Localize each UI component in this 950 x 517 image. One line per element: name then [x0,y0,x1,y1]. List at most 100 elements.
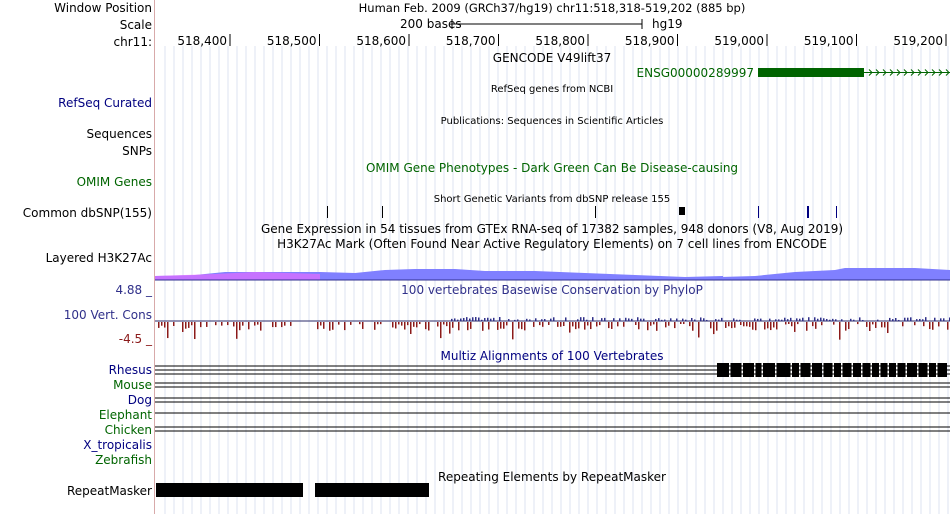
cons-bar-negative [755,322,757,331]
track-label-repeatmasker[interactable]: RepeatMasker [67,484,152,498]
rhesus-alignment-block[interactable] [792,363,799,377]
cons-bar-negative [887,322,889,334]
cons-bar-positive [601,318,603,321]
dbsnp-title: Short Genetic Variants from dbSNP releas… [434,194,671,205]
cons-bar-negative [512,322,514,340]
coordinate-ruler: 518,400 518,500 518,600 518,700 518,800 518,9… [177,34,947,48]
rhesus-alignment-block[interactable] [743,363,754,377]
gencode-gene-label[interactable]: ENSG00000289997 [637,66,754,80]
track-label-omim[interactable]: OMIM Genes [77,175,152,189]
rhesus-alignment-block[interactable] [889,363,896,377]
cons-bar-positive [778,319,780,321]
rhesus-alignment-block[interactable] [842,363,852,377]
cons-bar-negative [521,322,523,330]
rhesus-alignment-block[interactable] [862,363,871,377]
cons-bar-positive [940,318,942,321]
rhesus-alignment-block[interactable] [730,363,742,377]
cons-bar-negative [206,322,208,327]
cons-bar-negative [674,322,676,329]
species-label-chicken[interactable]: Chicken [105,423,152,437]
rhesus-alignment-block[interactable] [937,363,948,377]
snp-marker[interactable] [327,206,328,218]
cons-bar-negative [449,322,451,334]
rhesus-alignment-block[interactable] [918,363,928,377]
rhesus-alignment-block[interactable] [880,363,888,377]
cons-bar-negative [227,322,229,326]
track-label-conservation[interactable]: 100 Vert. Cons [64,308,152,322]
repeat-element-2[interactable] [315,483,429,497]
cons-bar-positive [919,318,921,321]
snp-marker[interactable] [595,206,596,218]
cons-bar-negative [416,322,418,328]
cons-bar-negative [947,322,949,330]
cons-bar-positive [514,319,516,321]
track-label-h3k27ac[interactable]: Layered H3K27Ac [46,251,152,265]
cons-bar-negative [785,322,787,325]
track-label-refseq[interactable]: RefSeq Curated [58,96,152,110]
cons-bar-negative [398,322,400,325]
cons-bar-positive [526,318,528,321]
rhesus-alignment-block[interactable] [755,363,762,377]
cons-bar-positive [490,318,492,321]
species-label-rhesus[interactable]: Rhesus [109,363,152,377]
cons-bar-positive [934,317,936,321]
species-label-zebrafish[interactable]: Zebrafish [95,453,152,467]
cons-bar-negative [914,322,916,326]
cons-bar-negative [728,322,730,327]
cons-bar-positive [535,318,537,321]
cons-bar-negative [446,322,448,327]
species-label-elephant[interactable]: Elephant [99,408,152,422]
cons-bar-negative [281,322,283,328]
cons-bar-negative [470,322,472,329]
species-label-mouse[interactable]: Mouse [113,378,152,392]
rhesus-alignment-block[interactable] [834,363,841,377]
cons-bar-negative [161,322,163,326]
cons-bar-negative [557,322,559,327]
track-label-dbsnp[interactable]: Common dbSNP(155) [23,206,152,220]
cons-bar-positive [508,319,510,321]
rhesus-alignment-block[interactable] [907,363,917,377]
snp-marker[interactable] [807,206,809,218]
species-label-dog[interactable]: Dog [128,393,152,407]
rhesus-alignment-block[interactable] [929,363,936,377]
cons-bar-negative [242,322,244,326]
species-label-xtropicalis[interactable]: X_tropicalis [83,438,152,452]
cons-bar-negative [845,322,847,331]
cons-bar-negative [839,322,841,340]
rhesus-alignment-block[interactable] [853,363,861,377]
rhesus-alignment-block[interactable] [800,363,811,377]
rhesus-alignment-block[interactable] [776,363,791,377]
rhesus-alignment-block[interactable] [717,363,729,377]
track-image-area[interactable]: Human Feb. 2009 (GRCh37/hg19) chr11:518,… [155,0,950,514]
cons-bar-negative [215,322,217,326]
cons-bar-positive [892,319,894,321]
rhesus-alignment-block[interactable] [812,363,822,377]
cons-bar-negative [857,322,859,325]
browser-tracks-svg[interactable]: Human Feb. 2009 (GRCh37/hg19) chr11:518,… [155,0,950,514]
rhesus-alignment-block[interactable] [872,363,879,377]
snp-marker[interactable] [758,206,759,218]
cons-bar-positive [721,317,723,321]
cons-bar-negative [182,322,184,332]
assembly-label: hg19 [652,17,683,31]
rhesus-alignment-block[interactable] [823,363,833,377]
track-label-publications[interactable]: Sequences [87,127,152,141]
cons-bar-negative [806,322,808,331]
gencode-gene-exon[interactable] [758,68,864,77]
repeat-element-1[interactable] [156,483,303,497]
cons-bar-negative [653,322,655,325]
cons-bar-negative [884,322,886,328]
snp-marker[interactable] [836,206,837,218]
snp-marker[interactable] [382,206,383,218]
cons-bar-positive [841,319,843,321]
cons-bar-negative [833,322,835,325]
rhesus-alignment-block[interactable] [897,363,906,377]
rhesus-alignment-block[interactable] [763,363,775,377]
snp-marker[interactable] [679,207,685,215]
track-label-snps[interactable]: SNPs [122,144,152,158]
cons-bar-positive [544,319,546,321]
cons-bar-negative [413,322,415,327]
cons-bar-positive [691,317,693,321]
cons-bar-negative [191,322,193,326]
cons-bar-negative [821,322,823,326]
